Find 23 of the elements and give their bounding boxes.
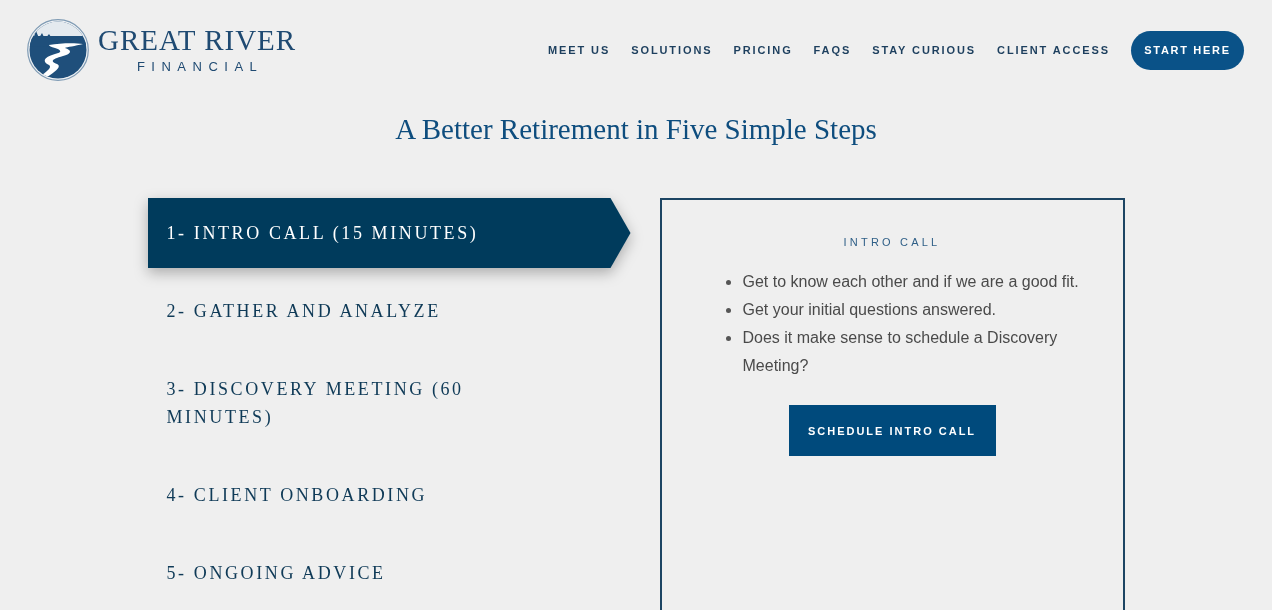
panel-title: INTRO CALL [843, 235, 941, 249]
step-tab[interactable]: 5- ONGOING ADVICE [147, 538, 631, 608]
step-tab[interactable]: 1- INTRO CALL (15 MINUTES) [147, 198, 631, 268]
bullet-text: Does it make sense to schedule a Discovery Meeting? [742, 328, 1059, 376]
nav-link[interactable]: STAY CURIOUS [872, 44, 977, 56]
nav-link[interactable]: FAQS [813, 44, 852, 56]
bullet-icon [725, 279, 731, 285]
nav-link[interactable]: PRICING [733, 44, 793, 56]
nav-link[interactable]: MEET US [548, 44, 611, 56]
step-tab[interactable]: 2- GATHER AND ANALYZE [147, 276, 631, 346]
bullet-text: Get your initial questions answered. [742, 300, 996, 320]
step-tab[interactable]: 3- DISCOVERY MEETING (60 MINUTES) [147, 354, 631, 452]
brand-tagline: FINANCIAL [136, 59, 264, 75]
nav-link[interactable]: CLIENT ACCESS [997, 44, 1110, 56]
page-title: A Better Retirement in Five Simple Steps [394, 112, 878, 147]
brand-name[interactable]: GREAT RIVER [98, 25, 297, 55]
nav-link[interactable]: SOLUTIONS [631, 44, 713, 56]
schedule-button[interactable]: SCHEDULE INTRO CALL [788, 405, 996, 456]
bullet-text: Get to know each other and if we are a good fit. [742, 272, 1079, 292]
bullet-icon [725, 335, 731, 341]
start-here-button[interactable]: START HERE [1131, 30, 1244, 70]
bullet-icon [725, 307, 731, 313]
step-tab[interactable]: 4- CLIENT ONBOARDING [147, 460, 631, 530]
